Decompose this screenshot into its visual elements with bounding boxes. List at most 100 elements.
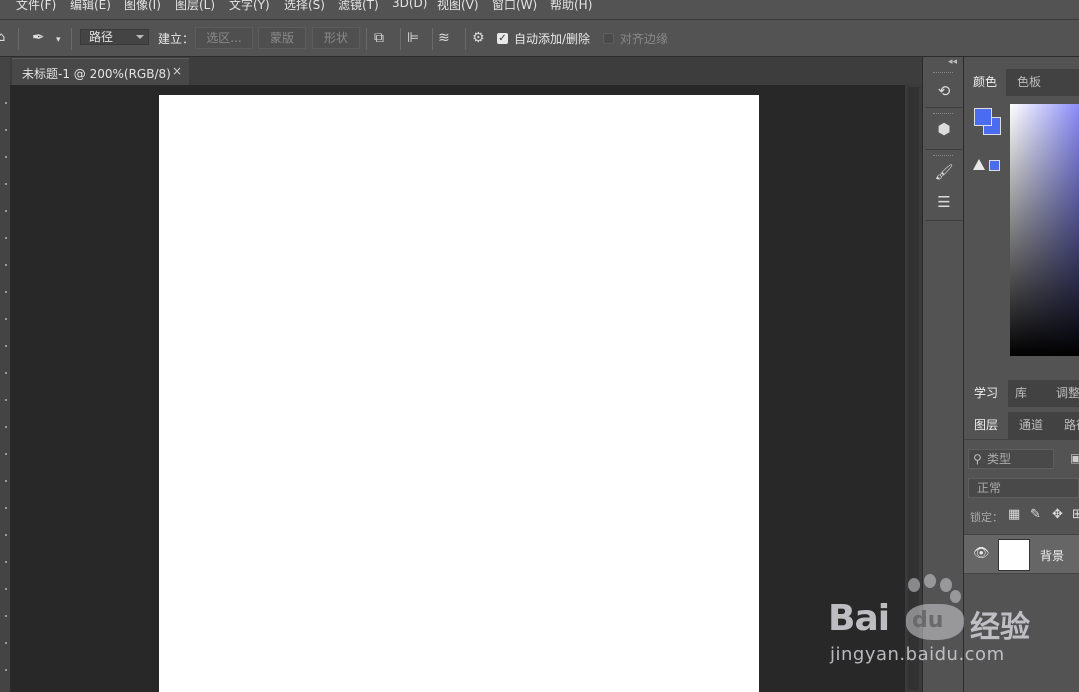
menu-help[interactable]: 帮助(H) <box>550 0 592 13</box>
toolbar-grip <box>5 264 7 266</box>
chevron-down-icon[interactable]: ▾ <box>56 33 61 47</box>
blend-mode-select[interactable]: 正常 <box>968 478 1079 498</box>
chevron-down-icon <box>136 35 144 39</box>
color-panel-tabs: 颜色 色板 <box>964 69 1079 96</box>
layer-row-background[interactable]: 👁 背景 <box>964 534 1079 574</box>
lock-position-move-icon[interactable]: ✥ <box>1052 507 1063 522</box>
eye-visibility-icon[interactable]: 👁 <box>973 546 990 561</box>
toolbar-grip <box>5 372 7 374</box>
blend-mode-value: 正常 <box>977 481 1002 495</box>
home-icon[interactable]: ⌂ <box>0 31 5 45</box>
menu-window[interactable]: 窗口(W) <box>492 0 537 13</box>
menu-select[interactable]: 选择(S) <box>284 0 325 13</box>
tool-mode-select[interactable]: 路径 <box>80 29 149 45</box>
document-tab-title: 未标题-1 @ 200%(RGB/8) <box>22 67 171 81</box>
tab-color[interactable]: 颜色 <box>964 69 1006 96</box>
dock-grip[interactable] <box>933 155 953 158</box>
layer-kind-value: 类型 <box>987 452 1012 466</box>
brush-presets-icon[interactable]: 🖌 <box>934 163 954 181</box>
divider <box>432 28 433 50</box>
path-alignment-icon[interactable]: ⊫ <box>407 31 419 45</box>
toolbar-grip <box>5 507 7 509</box>
auto-add-delete-label: 自动添加/删除 <box>514 32 591 46</box>
lock-label: 锁定： <box>970 511 1003 524</box>
learn-panel-tabs: 学习 库 调整 <box>964 380 1079 407</box>
lock-paint-brush-icon[interactable]: ✎ <box>1030 507 1041 522</box>
toolbar-grip <box>5 183 7 185</box>
document-tab[interactable]: 未标题-1 @ 200%(RGB/8) × <box>12 58 189 85</box>
toolbar-grip <box>5 210 7 212</box>
divider <box>925 220 962 221</box>
toolbar-grip <box>5 291 7 293</box>
layer-thumbnail <box>998 539 1030 571</box>
menu-filter[interactable]: 滤镜(T) <box>338 0 379 13</box>
toolbar-grip <box>5 534 7 536</box>
menu-image[interactable]: 图像(I) <box>124 0 161 13</box>
toolbar-grip <box>5 102 7 104</box>
menu-view[interactable]: 视图(V) <box>437 0 479 13</box>
menu-file[interactable]: 文件(F) <box>16 0 56 13</box>
tab-adjustments[interactable]: 调整 <box>1048 380 1079 407</box>
document-canvas[interactable] <box>159 95 759 692</box>
layer-name: 背景 <box>1040 549 1065 563</box>
divider <box>925 107 962 108</box>
lock-transparency-icon[interactable]: ▦ <box>1008 507 1020 522</box>
menu-bar: 文件(F) 编辑(E) 图像(I) 图层(L) 文字(Y) 选择(S) 滤镜(T… <box>0 0 1079 20</box>
toolbar-grip <box>5 318 7 320</box>
tab-layers[interactable]: 图层 <box>964 412 1008 439</box>
gamut-color-swatch[interactable] <box>989 160 1000 171</box>
dock-grip[interactable] <box>933 72 953 75</box>
menu-3d[interactable]: 3D(D) <box>392 0 427 10</box>
menu-edit[interactable]: 编辑(E) <box>70 0 111 13</box>
path-arrangement-icon[interactable]: ≋ <box>438 31 450 45</box>
tab-channels[interactable]: 通道 <box>1009 412 1053 439</box>
toolbar-grip <box>5 615 7 617</box>
watermark-jingyan-text: 经验 <box>970 610 1030 645</box>
watermark-paw-toe <box>950 590 961 603</box>
photoshop-window: 文件(F) 编辑(E) 图像(I) 图层(L) 文字(Y) 选择(S) 滤镜(T… <box>0 0 1079 692</box>
tab-swatches[interactable]: 色板 <box>1008 69 1050 96</box>
close-icon[interactable]: × <box>172 64 182 78</box>
toolbar-grip <box>5 129 7 131</box>
gear-icon[interactable]: ⚙ <box>472 31 485 45</box>
color-spectrum[interactable] <box>1010 104 1079 356</box>
baidu-watermark: Bai du 经验 jingyan.baidu.com <box>828 574 1078 673</box>
image-filter-icon[interactable]: ▣ <box>1070 451 1079 465</box>
toolbar-grip <box>5 426 7 428</box>
watermark-brand-text: Bai <box>828 598 890 639</box>
toolbar-grip <box>5 588 7 590</box>
align-edges-label: 对齐边缘 <box>620 32 669 46</box>
foreground-color-swatch[interactable] <box>974 108 992 126</box>
collapse-panels-icon[interactable]: ◂◂ <box>948 57 957 67</box>
toolbar-grip <box>5 669 7 671</box>
lock-artboard-icon[interactable]: ⊞ <box>1072 507 1079 522</box>
options-bar: ⌂ ✒ ▾ 路径 建立： 选区... 蒙版 形状 ⧉ ⊫ ≋ ⚙ ✓ 自动添加/… <box>0 20 1079 57</box>
watermark-du-text: du <box>912 608 944 633</box>
pen-tool-icon[interactable]: ✒ <box>32 30 45 45</box>
history-icon[interactable]: ⟲ <box>934 82 954 100</box>
make-label: 建立： <box>158 32 195 46</box>
toolbar-grip <box>5 156 7 158</box>
make-selection-button[interactable]: 选区... <box>195 27 253 49</box>
path-operations-icon[interactable]: ⧉ <box>374 31 384 45</box>
menu-layer[interactable]: 图层(L) <box>175 0 215 13</box>
tab-libraries[interactable]: 库 <box>1008 380 1034 407</box>
make-mask-button[interactable]: 蒙版 <box>258 27 306 49</box>
toolbar-strip <box>0 57 10 692</box>
divider <box>71 28 72 50</box>
tab-paths[interactable]: 路径 <box>1056 412 1079 439</box>
layer-kind-filter[interactable]: ⚲ 类型 <box>968 449 1054 469</box>
gamut-warning-icon[interactable] <box>973 159 985 170</box>
properties-sliders-icon[interactable]: ☰ <box>934 193 954 211</box>
tool-mode-value: 路径 <box>89 30 114 44</box>
divider <box>366 28 367 50</box>
toolbar-grip <box>5 453 7 455</box>
3d-cube-icon[interactable]: ⬢ <box>934 120 954 138</box>
lock-row: 锁定： ▦ ✎ ✥ ⊞ <box>970 507 1079 525</box>
align-edges-checkbox[interactable] <box>603 33 614 44</box>
auto-add-delete-checkbox[interactable]: ✓ <box>497 33 508 44</box>
dock-grip[interactable] <box>933 113 953 116</box>
make-shape-button[interactable]: 形状 <box>312 27 360 49</box>
tab-learn[interactable]: 学习 <box>964 380 1008 407</box>
menu-type[interactable]: 文字(Y) <box>229 0 270 13</box>
